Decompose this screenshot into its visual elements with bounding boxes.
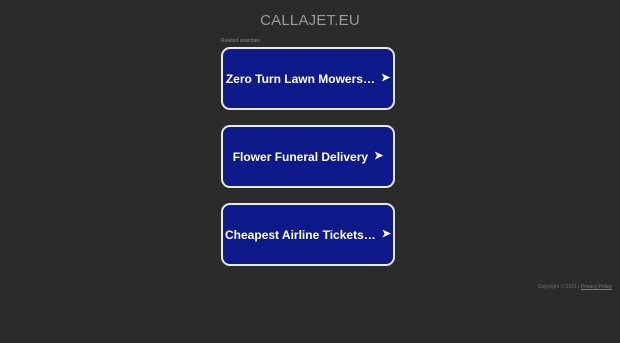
arrow-right-icon: ➤ [374,150,384,162]
related-search-label: Cheapest Airline Tickets… [225,227,376,242]
domain-title: CALLAJET.EU [260,12,360,29]
footer: Copyright © 2021 | Privacy Policy [538,284,612,290]
copyright-text: Copyright © 2021 | [537,284,580,290]
related-search-label: Flower Funeral Delivery [232,149,369,164]
arrow-right-icon: ➤ [380,72,391,84]
related-search-label: Zero Turn Lawn Mowers… [225,71,375,86]
related-searches-label: Related searches [221,38,260,44]
arrow-right-icon: ➤ [381,228,391,240]
privacy-policy-link[interactable]: Privacy Policy [581,284,612,290]
parked-domain-page: CALLAJET.EU Related searches Zero Turn L… [0,0,620,343]
related-search-link-3[interactable]: Cheapest Airline Tickets… ➤ [221,203,395,266]
related-search-link-1[interactable]: Zero Turn Lawn Mowers… ➤ [221,47,395,110]
related-search-link-2[interactable]: Flower Funeral Delivery ➤ [221,125,395,188]
